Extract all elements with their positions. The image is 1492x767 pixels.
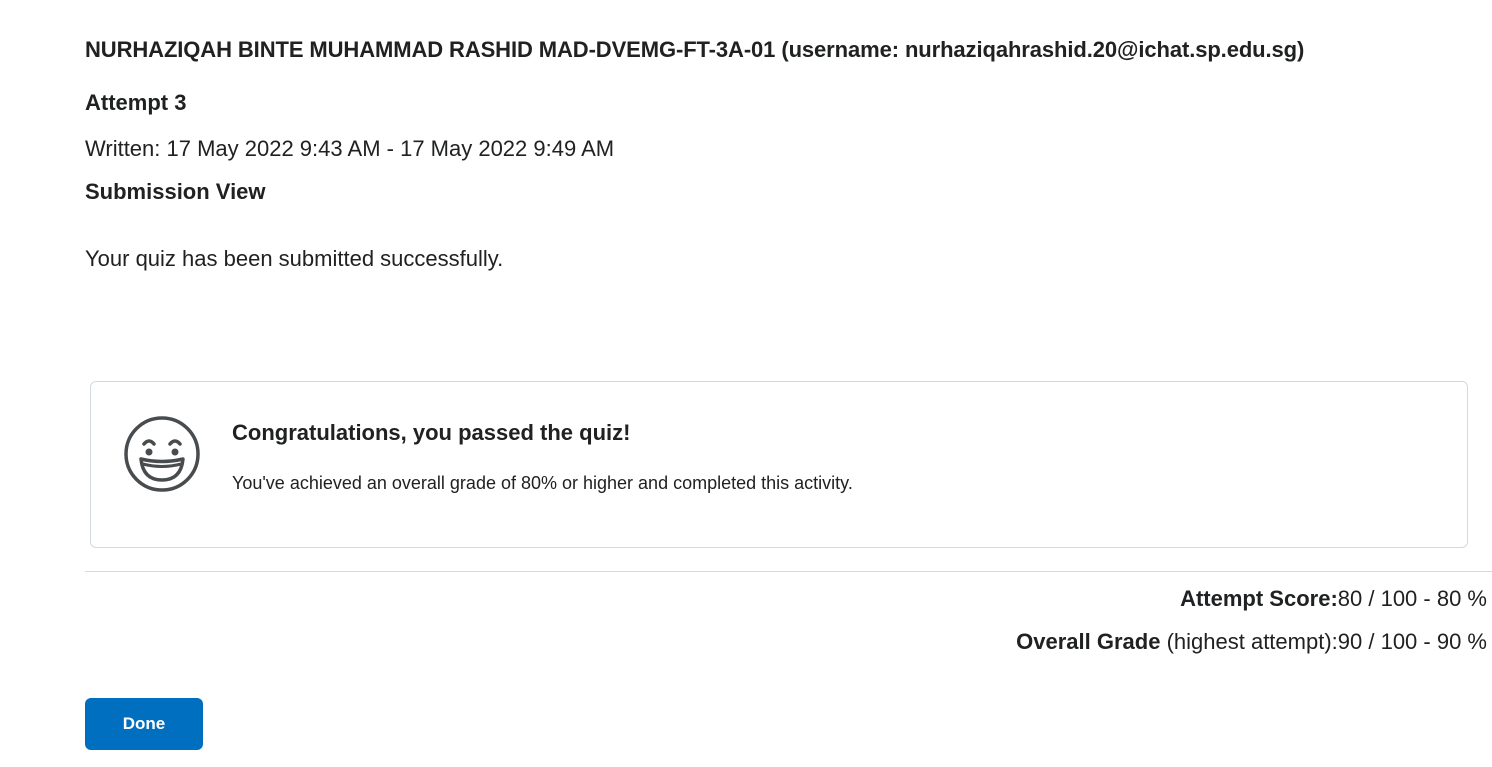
overall-grade-sublabel: (highest attempt): [1160,629,1338,654]
overall-grade-label: Overall Grade [1016,629,1161,654]
written-timestamp: Written: 17 May 2022 9:43 AM - 17 May 20… [85,136,615,161]
divider [85,571,1492,572]
student-identity: NURHAZIQAH BINTE MUHAMMAD RASHID MAD-DVE… [85,36,1304,64]
pass-description: You've achieved an overall grade of 80% … [232,473,853,493]
smiley-icon [124,416,200,492]
attempt-score-value: 80 / 100 - 80 % [1337,586,1487,611]
student-username: (username: nurhaziqahrashid.20@ichat.sp.… [781,37,1305,62]
attempt-score: Attempt Score:80 / 100 - 80 % [1180,585,1487,613]
pass-title: Congratulations, you passed the quiz! [232,420,631,445]
attempt-title: Attempt 3 [85,90,187,115]
overall-grade: Overall Grade (highest attempt):90 / 100… [1016,628,1487,656]
student-name: NURHAZIQAH BINTE MUHAMMAD RASHID MAD-DVE… [85,37,776,62]
overall-grade-value: 90 / 100 - 90 % [1337,629,1487,654]
attempt-score-label: Attempt Score: [1180,586,1338,611]
pass-notification-card: Congratulations, you passed the quiz! Yo… [90,381,1468,548]
submission-success-message: Your quiz has been submitted successfull… [85,246,504,271]
done-button[interactable]: Done [85,698,203,750]
submission-view-heading: Submission View [85,179,266,204]
